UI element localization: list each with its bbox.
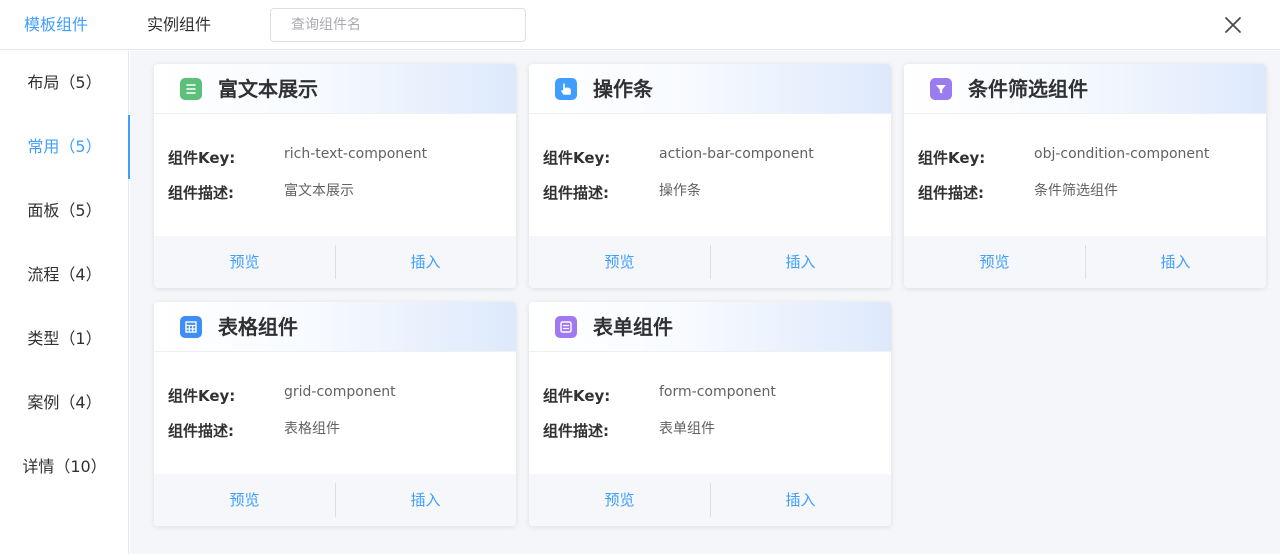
desc-value: 条件筛选组件 bbox=[1034, 183, 1118, 199]
preview-button[interactable]: 预览 bbox=[154, 474, 335, 526]
key-label: 组件Key: bbox=[168, 387, 236, 405]
sidebar-item-panel[interactable]: 面板（5） bbox=[0, 179, 129, 243]
card-title: 操作条 bbox=[593, 77, 653, 101]
card-footer: 预览 插入 bbox=[154, 236, 516, 288]
preview-button[interactable]: 预览 bbox=[904, 236, 1085, 288]
key-value: rich-text-component bbox=[284, 146, 428, 162]
card-title: 富文本展示 bbox=[218, 77, 318, 101]
preview-button[interactable]: 预览 bbox=[154, 236, 335, 288]
card-header: 条件筛选组件 bbox=[904, 64, 1266, 114]
insert-button[interactable]: 插入 bbox=[335, 474, 516, 526]
key-label: 组件Key: bbox=[543, 149, 611, 167]
card-footer: 预览 插入 bbox=[529, 236, 891, 288]
card-title: 条件筛选组件 bbox=[968, 77, 1088, 101]
desc-label: 组件描述: bbox=[543, 422, 609, 440]
key-value: grid-component bbox=[284, 384, 396, 400]
card-header: 表单组件 bbox=[529, 302, 891, 352]
key-label: 组件Key: bbox=[543, 387, 611, 405]
action-bar-icon bbox=[555, 78, 577, 100]
insert-button[interactable]: 插入 bbox=[1085, 236, 1266, 288]
card-header: 富文本展示 bbox=[154, 64, 516, 114]
filter-icon bbox=[930, 78, 952, 100]
sidebar-item-flow[interactable]: 流程（4） bbox=[0, 243, 129, 307]
card-header: 操作条 bbox=[529, 64, 891, 114]
component-card: 操作条 组件Key: action-bar-component 组件描述: 操作… bbox=[529, 64, 891, 288]
card-title: 表格组件 bbox=[218, 315, 298, 339]
form-icon bbox=[555, 316, 577, 338]
tab-instance-components[interactable]: 实例组件 bbox=[147, 0, 211, 50]
key-value: action-bar-component bbox=[659, 146, 814, 162]
sidebar-item-layout[interactable]: 布局（5） bbox=[0, 51, 129, 115]
category-sidebar: 布局（5） 常用（5） 面板（5） 流程（4） 类型（1） 案例（4） 详情（1… bbox=[0, 51, 130, 554]
insert-button[interactable]: 插入 bbox=[710, 236, 891, 288]
close-icon[interactable] bbox=[1221, 13, 1245, 37]
close-icon-glyph bbox=[1225, 17, 1241, 33]
tab-template-components[interactable]: 模板组件 bbox=[24, 0, 88, 50]
insert-button[interactable]: 插入 bbox=[710, 474, 891, 526]
top-bar: 模板组件 实例组件 bbox=[0, 0, 1280, 50]
table-icon bbox=[180, 316, 202, 338]
desc-value: 富文本展示 bbox=[284, 183, 354, 199]
desc-label: 组件描述: bbox=[168, 184, 234, 202]
desc-label: 组件描述: bbox=[543, 184, 609, 202]
rich-text-icon bbox=[180, 78, 202, 100]
key-label: 组件Key: bbox=[918, 149, 986, 167]
key-value: obj-condition-component bbox=[1034, 146, 1210, 162]
card-title: 表单组件 bbox=[593, 315, 673, 339]
card-header: 表格组件 bbox=[154, 302, 516, 352]
desc-value: 表单组件 bbox=[659, 421, 715, 437]
sidebar-item-case[interactable]: 案例（4） bbox=[0, 371, 129, 435]
key-value: form-component bbox=[659, 384, 776, 400]
desc-label: 组件描述: bbox=[168, 422, 234, 440]
component-card: 条件筛选组件 组件Key: obj-condition-component 组件… bbox=[904, 64, 1266, 288]
component-grid: 富文本展示 组件Key: rich-text-component 组件描述: 富… bbox=[130, 51, 1280, 554]
desc-value: 表格组件 bbox=[284, 421, 340, 437]
preview-button[interactable]: 预览 bbox=[529, 236, 710, 288]
key-label: 组件Key: bbox=[168, 149, 236, 167]
desc-value: 操作条 bbox=[659, 183, 701, 199]
sidebar-item-detail[interactable]: 详情（10） bbox=[0, 435, 129, 499]
card-footer: 预览 插入 bbox=[154, 474, 516, 526]
preview-button[interactable]: 预览 bbox=[529, 474, 710, 526]
component-card: 表单组件 组件Key: form-component 组件描述: 表单组件 预览… bbox=[529, 302, 891, 526]
insert-button[interactable]: 插入 bbox=[335, 236, 516, 288]
desc-label: 组件描述: bbox=[918, 184, 984, 202]
card-footer: 预览 插入 bbox=[904, 236, 1266, 288]
sidebar-item-type[interactable]: 类型（1） bbox=[0, 307, 129, 371]
card-footer: 预览 插入 bbox=[529, 474, 891, 526]
sidebar-item-common[interactable]: 常用（5） bbox=[0, 115, 130, 179]
search-input[interactable] bbox=[270, 8, 526, 42]
component-card: 富文本展示 组件Key: rich-text-component 组件描述: 富… bbox=[154, 64, 516, 288]
component-card: 表格组件 组件Key: grid-component 组件描述: 表格组件 预览… bbox=[154, 302, 516, 526]
